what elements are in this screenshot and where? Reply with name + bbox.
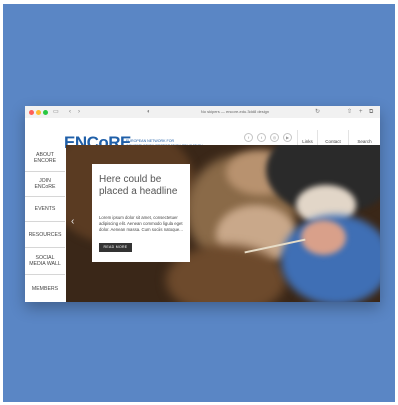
close-window-button[interactable]	[29, 110, 34, 115]
forward-icon[interactable]: ›	[78, 108, 80, 116]
read-more-button[interactable]: READ MORE	[99, 243, 132, 252]
reload-icon[interactable]: ↻	[315, 108, 320, 116]
facebook-icon[interactable]: f	[244, 133, 253, 142]
sidebar-nav: ABOUT ENCORE JOIN ENCoRE EVENTS RESOURCES …	[25, 145, 65, 302]
sidebar-icon[interactable]: ▭	[53, 108, 59, 116]
nav-item-social-media-wall[interactable]: SOCIAL MEDIA WALL	[25, 248, 65, 275]
shield-icon: ◐	[147, 109, 151, 115]
address-bar[interactable]: No skipers — encore-edu.3dd8 design	[175, 109, 295, 115]
site-header: ENCoRE EUROPEAN NETWORK FOR CONSERVATION…	[25, 118, 380, 153]
youtube-icon[interactable]: ▶	[283, 133, 292, 142]
back-icon[interactable]: ‹	[69, 108, 71, 116]
prev-slide-arrow[interactable]: ‹	[71, 217, 74, 227]
new-tab-icon[interactable]: +	[359, 108, 363, 116]
nav-item-join-encore[interactable]: JOIN ENCoRE	[25, 172, 65, 197]
hero-card: Here could be placed a headline Lorem ip…	[92, 164, 190, 262]
instagram-icon[interactable]: ◎	[270, 133, 279, 142]
nav-item-about-encore[interactable]: ABOUT ENCORE	[25, 145, 65, 172]
minimize-window-button[interactable]	[36, 110, 41, 115]
share-icon[interactable]: ⇧	[347, 108, 352, 116]
zoom-window-button[interactable]	[43, 110, 48, 115]
hero-slider: ‹ Here could be placed a headline Lorem …	[66, 145, 380, 302]
tabs-icon[interactable]: ⧉	[369, 108, 373, 116]
nav-item-resources[interactable]: RESOURCES	[25, 222, 65, 248]
twitter-icon[interactable]: t	[257, 133, 266, 142]
nav-item-events[interactable]: EVENTS	[25, 197, 65, 222]
browser-window: ▭ ‹ › ◐ No skipers — encore-edu.3dd8 des…	[25, 106, 380, 302]
nav-item-members[interactable]: MEMBERS	[25, 275, 65, 302]
hero-body-text: Lorem ipsum dolor sit amet, consectetuer…	[99, 215, 183, 233]
hero-headline: Here could be placed a headline	[99, 174, 178, 197]
